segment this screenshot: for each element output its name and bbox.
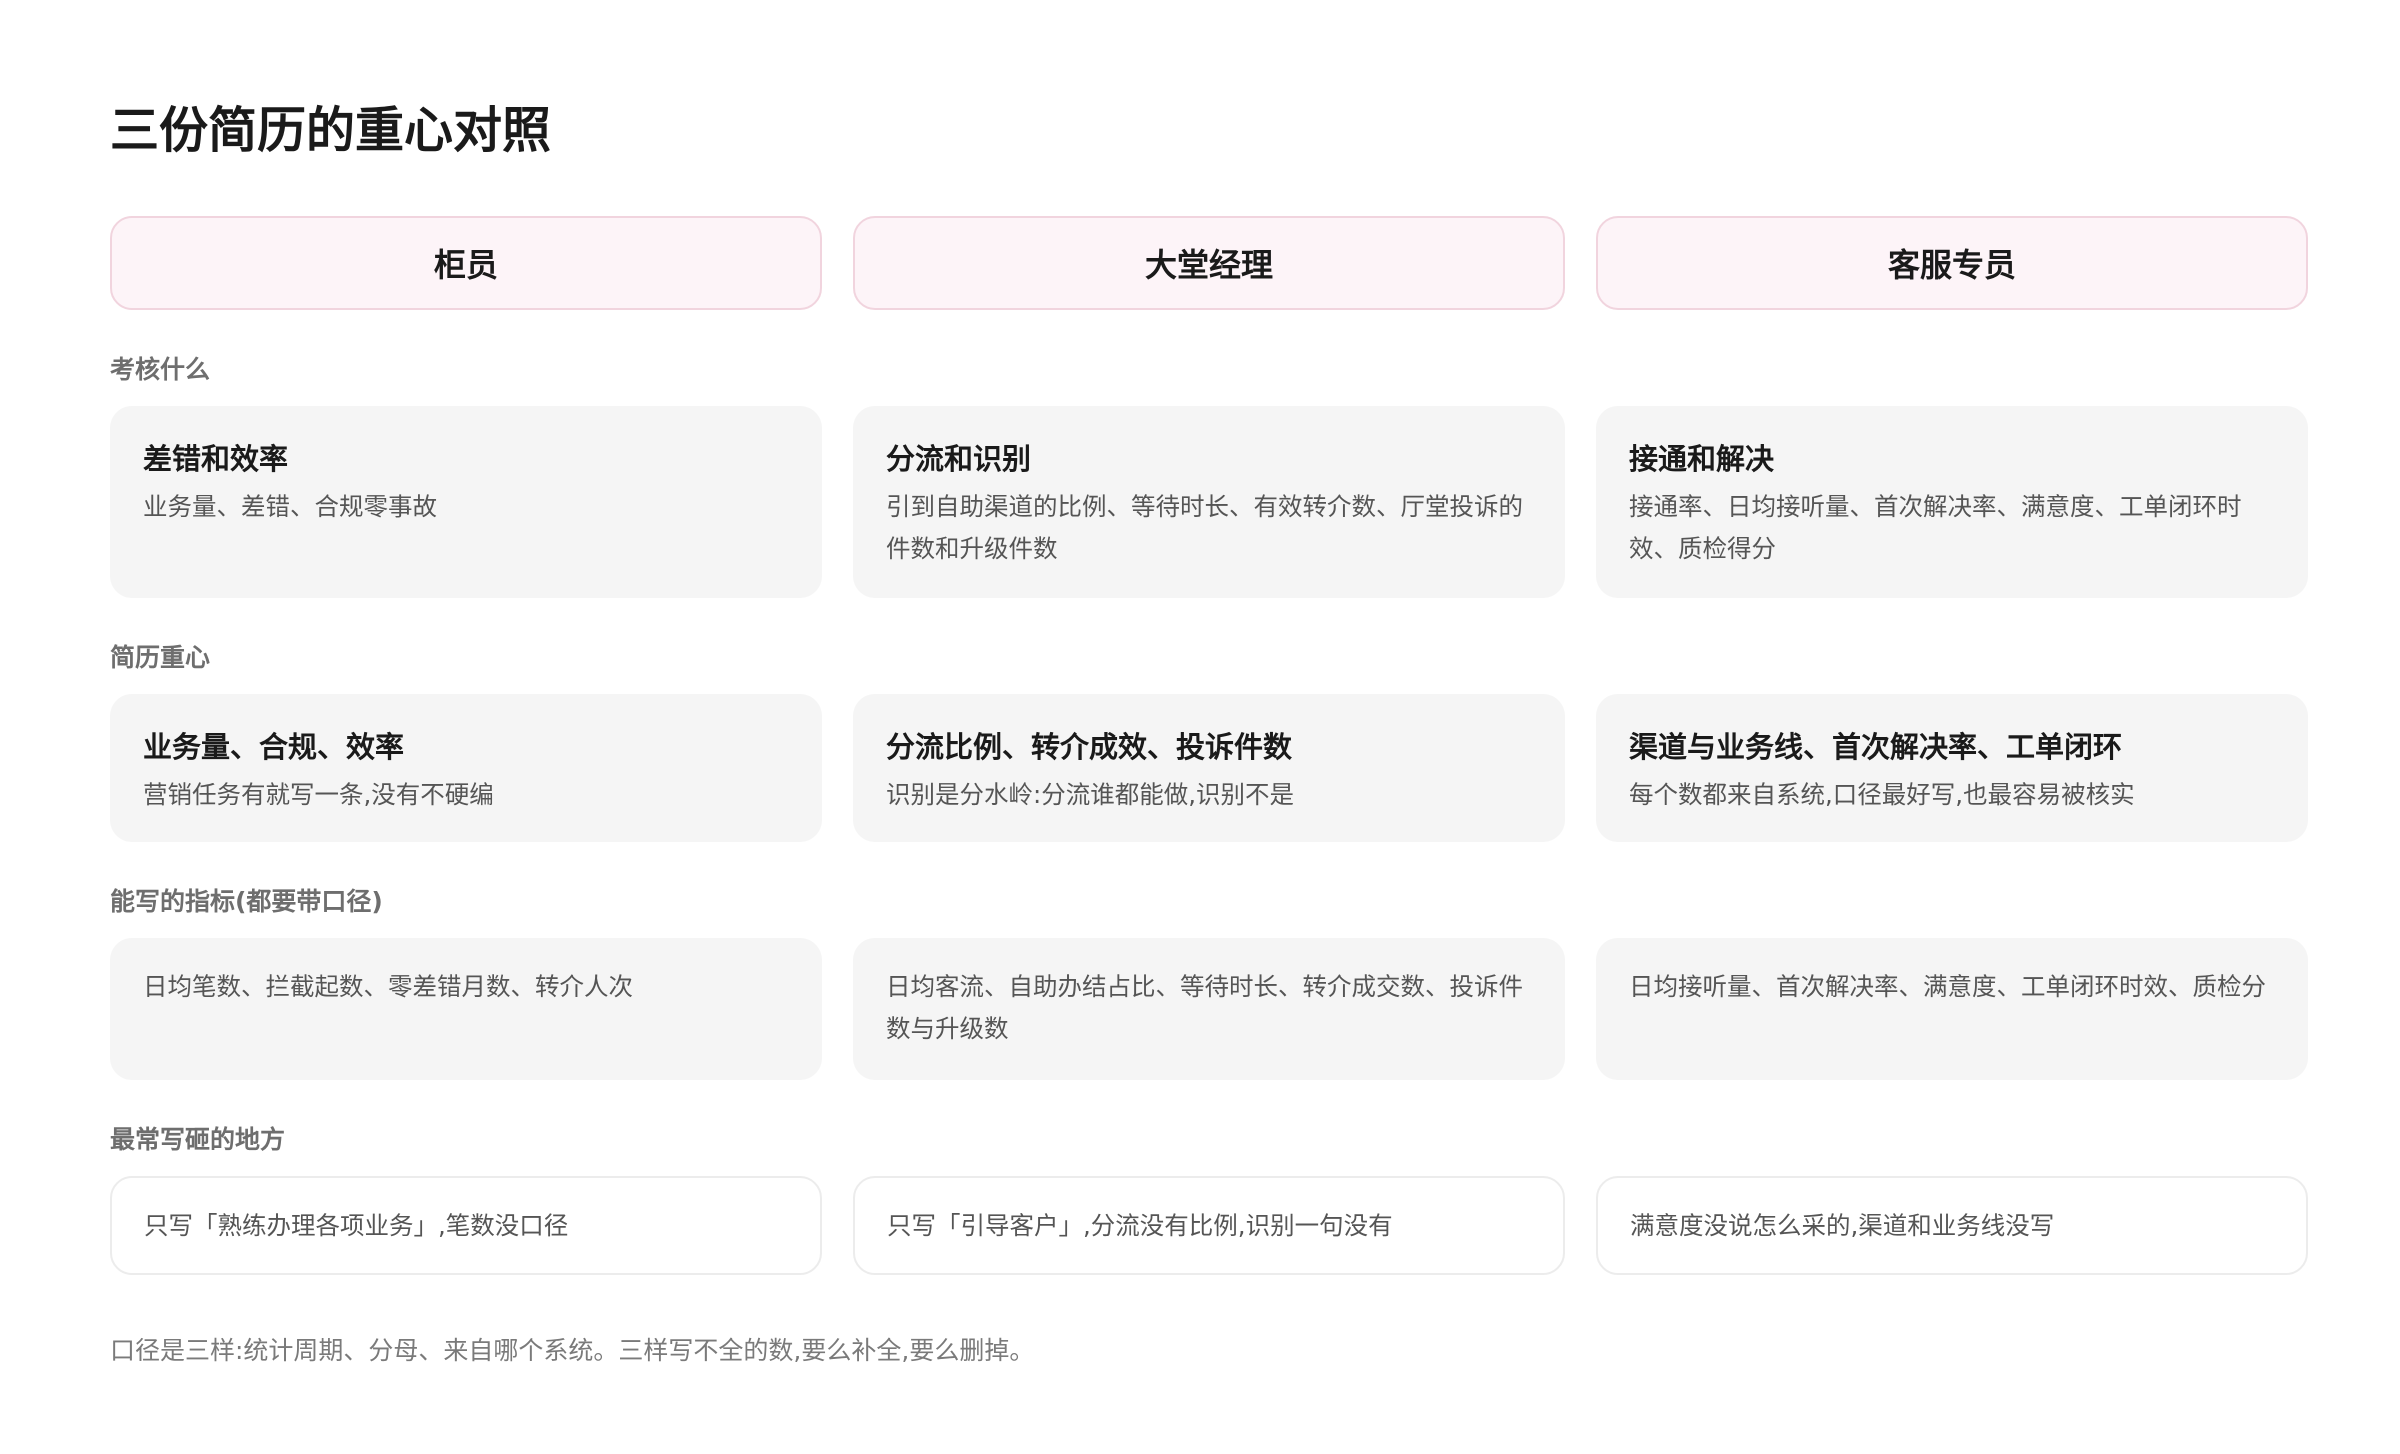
section-row-assess: 差错和效率 业务量、差错、合规零事故 分流和识别 引到自助渠道的比例、等待时长、… <box>110 406 2308 598</box>
card-title: 接通和解决 <box>1629 442 1775 476</box>
card-desc: 满意度没说怎么采的,渠道和业务线没写 <box>1630 1210 2055 1240</box>
card-desc: 业务量、差错、合规零事故 <box>143 492 437 521</box>
card-title: 分流和识别 <box>886 442 1032 476</box>
section-row-pitfalls: 只写「熟练办理各项业务」,笔数没口径 只写「引导客户」,分流没有比例,识别一句没… <box>110 1176 2308 1275</box>
comparison-page: 三份简历的重心对照 柜员 大堂经理 客服专员 考核什么 差错和效率 业务量、差错… <box>0 0 2400 1454</box>
page-title: 三份简历的重心对照 <box>110 102 552 159</box>
card-desc: 日均客流、自助办结占比、等待时长、转介成交数、投诉件数与升级数 <box>886 972 1523 1043</box>
metrics-card-teller: 日均笔数、拦截起数、零差错月数、转介人次 <box>110 938 822 1080</box>
section-row-focus: 业务量、合规、效率 营销任务有就写一条,没有不硬编 分流比例、转介成效、投诉件数… <box>110 694 2308 842</box>
card-desc: 日均接听量、首次解决率、满意度、工单闭环时效、质检分 <box>1629 972 2266 1001</box>
card-desc: 只写「熟练办理各项业务」,笔数没口径 <box>144 1210 569 1240</box>
card-title: 分流比例、转介成效、投诉件数 <box>886 730 1293 764</box>
section-label-pitfalls: 最常写砸的地方 <box>110 1125 286 1154</box>
metrics-card-customer-service: 日均接听量、首次解决率、满意度、工单闭环时效、质检分 <box>1596 938 2308 1080</box>
section-label-focus: 简历重心 <box>110 643 211 672</box>
pitfall-card-lobby-manager: 只写「引导客户」,分流没有比例,识别一句没有 <box>853 1176 1565 1275</box>
card-title: 渠道与业务线、首次解决率、工单闭环 <box>1629 730 2123 764</box>
section-label-metrics: 能写的指标(都要带口径) <box>110 887 383 916</box>
card-desc: 日均笔数、拦截起数、零差错月数、转介人次 <box>143 972 633 1001</box>
column-header-customer-service: 客服专员 <box>1596 216 2308 310</box>
column-headers: 柜员 大堂经理 客服专员 <box>110 216 2308 310</box>
assess-card-customer-service: 接通和解决 接通率、日均接听量、首次解决率、满意度、工单闭环时效、质检得分 <box>1596 406 2308 598</box>
metrics-card-lobby-manager: 日均客流、自助办结占比、等待时长、转介成交数、投诉件数与升级数 <box>853 938 1565 1080</box>
card-desc: 每个数都来自系统,口径最好写,也最容易被核实 <box>1629 780 2135 809</box>
column-header-lobby-manager: 大堂经理 <box>853 216 1565 310</box>
focus-card-teller: 业务量、合规、效率 营销任务有就写一条,没有不硬编 <box>110 694 822 842</box>
card-title: 差错和效率 <box>143 442 289 476</box>
focus-card-lobby-manager: 分流比例、转介成效、投诉件数 识别是分水岭:分流谁都能做,识别不是 <box>853 694 1565 842</box>
column-header-teller: 柜员 <box>110 216 822 310</box>
card-desc: 识别是分水岭:分流谁都能做,识别不是 <box>886 780 1295 809</box>
footnote: 口径是三样:统计周期、分母、来自哪个系统。三样写不全的数,要么补全,要么删掉。 <box>110 1336 1035 1365</box>
card-desc: 只写「引导客户」,分流没有比例,识别一句没有 <box>887 1210 1393 1240</box>
assess-card-lobby-manager: 分流和识别 引到自助渠道的比例、等待时长、有效转介数、厅堂投诉的件数和升级件数 <box>853 406 1565 598</box>
card-desc: 营销任务有就写一条,没有不硬编 <box>143 780 494 809</box>
section-row-metrics: 日均笔数、拦截起数、零差错月数、转介人次 日均客流、自助办结占比、等待时长、转介… <box>110 938 2308 1080</box>
pitfall-card-teller: 只写「熟练办理各项业务」,笔数没口径 <box>110 1176 822 1275</box>
card-title: 业务量、合规、效率 <box>143 730 405 764</box>
section-label-assess: 考核什么 <box>110 355 211 384</box>
assess-card-teller: 差错和效率 业务量、差错、合规零事故 <box>110 406 822 598</box>
pitfall-card-customer-service: 满意度没说怎么采的,渠道和业务线没写 <box>1596 1176 2308 1275</box>
card-desc: 接通率、日均接听量、首次解决率、满意度、工单闭环时效、质检得分 <box>1629 492 2242 563</box>
card-desc: 引到自助渠道的比例、等待时长、有效转介数、厅堂投诉的件数和升级件数 <box>886 492 1523 563</box>
focus-card-customer-service: 渠道与业务线、首次解决率、工单闭环 每个数都来自系统,口径最好写,也最容易被核实 <box>1596 694 2308 842</box>
